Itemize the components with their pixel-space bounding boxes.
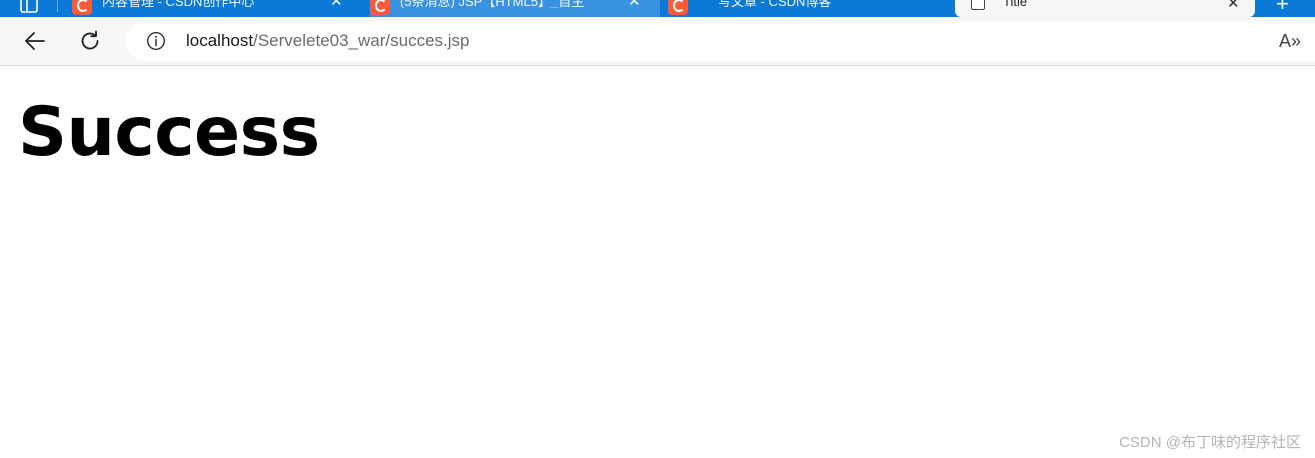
csdn-favicon-icon [370,0,390,15]
new-tab-button[interactable]: + [1256,0,1315,17]
page-content: Success [0,67,1315,458]
browser-toolbar: localhost/Servelete03_war/succes.jsp A» [0,17,1315,66]
address-bar[interactable]: localhost/Servelete03_war/succes.jsp A» [126,21,1315,61]
tab-separator [57,0,58,12]
close-icon[interactable]: ✕ [628,0,641,9]
tab-title: 内容管理 - CSDN创作中心 [102,0,255,8]
tab-title-active[interactable]: Title ✕ [955,0,1255,17]
tab-title: 写文章 - CSDN博客 [718,0,832,8]
csdn-favicon-icon [668,0,688,15]
page-heading: Success [18,93,320,172]
tab-csdn-content-manage[interactable]: 内容管理 - CSDN创作中心 ✕ [72,0,357,17]
url-host: localhost [186,31,254,50]
page-icon [971,0,985,10]
reload-icon [81,30,99,50]
url-path: /Servelete03_war/succes.jsp [253,31,470,50]
read-aloud-icon[interactable]: A» [1279,29,1305,53]
close-icon[interactable]: ✕ [330,0,343,9]
back-button[interactable] [18,26,52,56]
url-text[interactable]: localhost/Servelete03_war/succes.jsp [186,31,470,51]
tab-csdn-jsp[interactable]: (5条消息) JSP【HTML5】_自主 ✕ [370,0,660,17]
tab-csdn-write[interactable]: 写文章 - CSDN博客 [668,0,948,17]
close-icon[interactable]: ✕ [1227,0,1240,12]
tab-title: (5条消息) JSP【HTML5】_自主 [400,0,585,8]
plus-icon: + [1276,0,1289,16]
csdn-favicon-icon [72,0,92,15]
arrow-left-icon [25,32,45,50]
tab-strip: 内容管理 - CSDN创作中心 ✕ (5条消息) JSP【HTML5】_自主 ✕… [0,0,1315,17]
tab-title: Title [1003,0,1028,9]
watermark-text: CSDN @布丁味的程序社区 [1119,434,1301,451]
workspaces-icon[interactable] [18,0,40,14]
info-icon[interactable] [146,31,166,51]
reload-button[interactable] [73,26,107,56]
